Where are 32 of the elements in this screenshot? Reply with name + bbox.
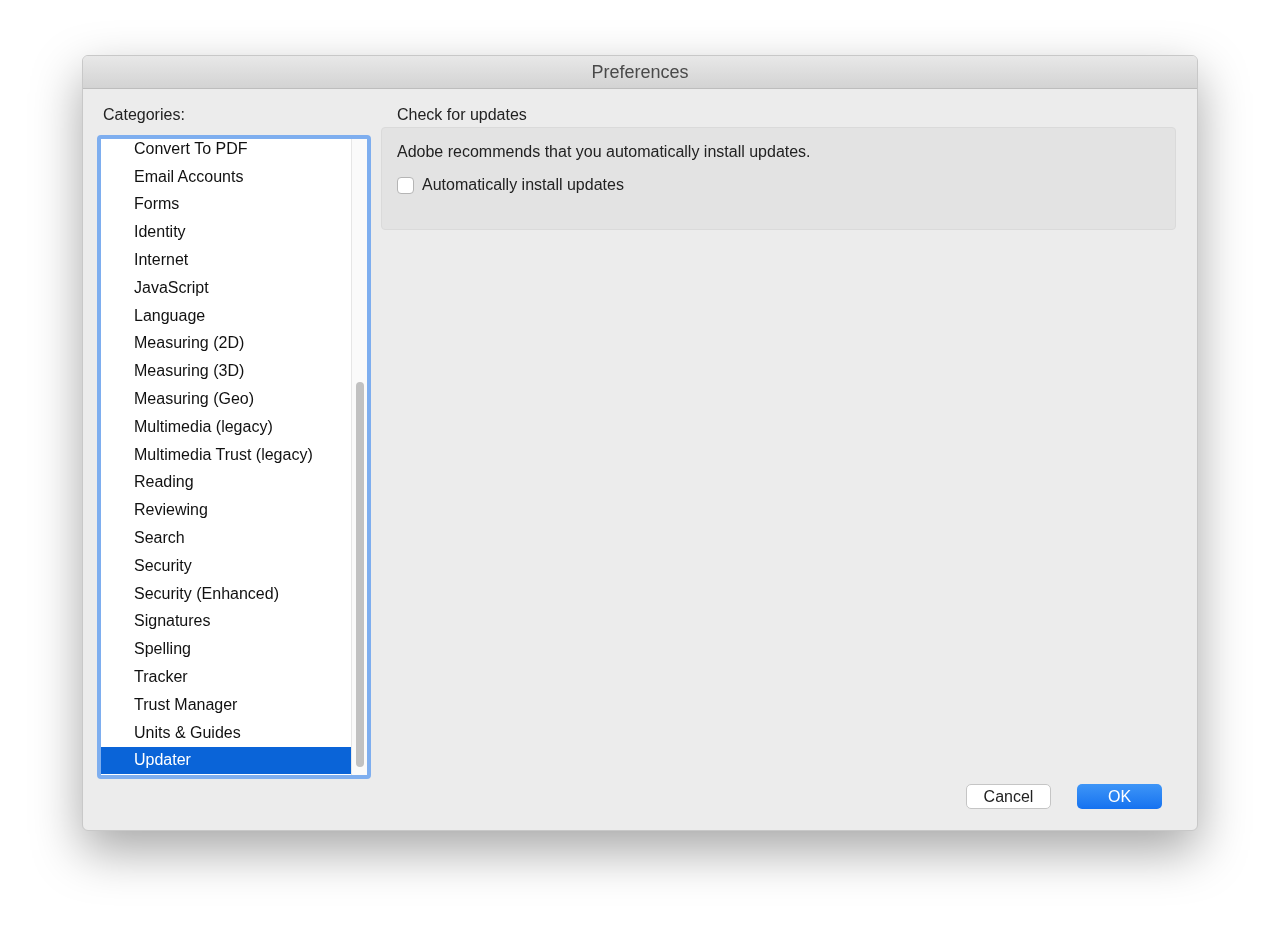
category-item[interactable]: Trust Manager — [101, 690, 351, 719]
categories-label: Categories: — [102, 105, 185, 125]
category-item[interactable]: Language — [101, 301, 351, 330]
category-item[interactable]: Identity — [101, 218, 351, 247]
ok-button[interactable]: OK — [1077, 784, 1162, 809]
category-item[interactable]: Signatures — [101, 607, 351, 636]
category-item[interactable]: Convert To PDF — [101, 139, 351, 163]
category-item[interactable]: Reviewing — [101, 496, 351, 525]
checkbox[interactable] — [397, 176, 414, 194]
category-item[interactable]: JavaScript — [101, 274, 351, 302]
category-item[interactable]: Tracker — [101, 663, 351, 691]
category-item[interactable]: Updater — [101, 746, 351, 775]
category-item[interactable]: Reading — [101, 468, 351, 497]
category-item[interactable]: Search — [101, 524, 351, 552]
category-item[interactable]: Multimedia (legacy) — [101, 412, 351, 441]
window-title: Preferences — [591, 60, 689, 84]
category-item[interactable]: Internet — [101, 246, 351, 274]
category-item[interactable]: Spelling — [101, 635, 351, 664]
checkbox-label: Automatically install updates — [422, 175, 624, 195]
category-item[interactable]: Multimedia Trust (legacy) — [101, 440, 351, 469]
cancel-button[interactable]: Cancel — [966, 784, 1051, 809]
description-text: Adobe recommends that you automatically install updates. — [397, 142, 811, 162]
category-item[interactable]: Measuring (Geo) — [101, 385, 351, 413]
category-item[interactable]: Units & Guides — [101, 718, 351, 747]
category-item[interactable]: Security — [101, 551, 351, 580]
category-item[interactable]: Security (Enhanced) — [101, 579, 351, 608]
section-title: Check for updates — [396, 105, 527, 125]
category-item[interactable]: Email Accounts — [101, 162, 351, 191]
category-item[interactable]: Forms — [101, 190, 351, 219]
category-item[interactable]: Measuring (3D) — [101, 357, 351, 386]
category-item[interactable]: Measuring (2D) — [101, 329, 351, 358]
scrollbar-thumb[interactable] — [355, 382, 364, 767]
